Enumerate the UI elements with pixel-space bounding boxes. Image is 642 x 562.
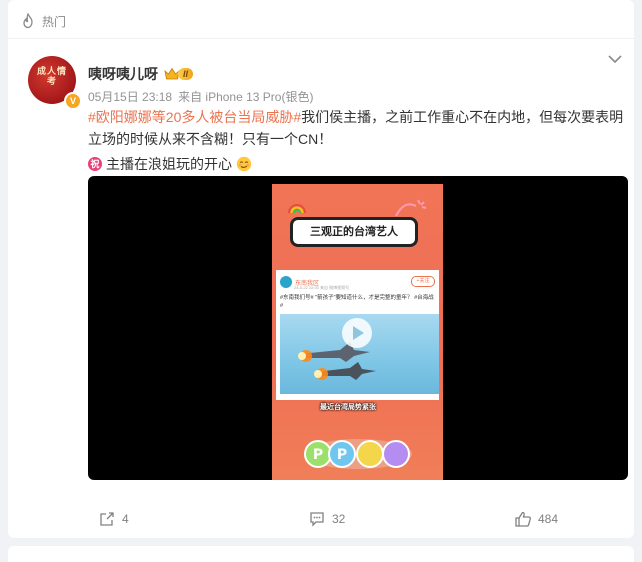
smirk-emoji-icon [236, 156, 252, 172]
embed-avatar [280, 276, 292, 288]
header-divider [8, 38, 634, 39]
svg-text:P: P [313, 447, 323, 463]
like-count: 484 [538, 512, 559, 526]
rainbow-icon [288, 204, 306, 214]
hashtag-link[interactable]: #欧阳娜娜等20多人被台当局威胁# [88, 109, 301, 125]
video-frame: 三观正的台湾艺人 东南我区 +关注 24-5-22 22:00 来自 微博视频号… [272, 184, 443, 480]
chevron-down-icon[interactable] [608, 54, 622, 64]
video-player[interactable]: 三观正的台湾艺人 东南我区 +关注 24-5-22 22:00 来自 微博视频号… [88, 176, 628, 480]
level-badge: II [178, 68, 194, 80]
post-actions: 4 32 484 [8, 502, 634, 532]
hot-section-label: 热门 [42, 14, 67, 29]
weibo-feed: 热门 成人情考 V 咦呀咦儿呀 II 05月15日 23:18 来自 iPhon… [0, 0, 642, 562]
post-body-line1: 我们侯主播，之前工作重心不在内地，但每次要表明 [301, 109, 624, 125]
like-button[interactable]: 484 [514, 510, 558, 528]
embed-follow-label: +关注 [411, 276, 435, 287]
author-name[interactable]: 咦呀咦儿呀 [88, 64, 158, 84]
video-embedded-post: 东南我区 +关注 24-5-22 22:00 来自 微博视频号 #东南我们号# … [276, 270, 439, 400]
zhu-emoji-icon: 祝 [88, 157, 102, 171]
post-source: 来自 iPhone 13 Pro(银色) [178, 90, 314, 104]
share-button[interactable]: 4 [98, 510, 129, 528]
embed-time: 24-5-22 22:00 来自 微博视频号 [294, 285, 350, 290]
author-row: 咦呀咦儿呀 II [88, 64, 194, 84]
next-post-card [8, 546, 634, 562]
comment-count: 32 [332, 512, 346, 526]
post-line3: 祝 主播在浪姐玩的开心 [88, 152, 252, 176]
embed-text: #东南我们号# "箭孩子"要知道什么，才是完整的童年？ #台海战# [280, 295, 434, 309]
vip-badge[interactable]: II [164, 67, 194, 81]
video-title-card: 三观正的台湾艺人 [290, 217, 418, 247]
flame-icon [23, 13, 33, 29]
post-date[interactable]: 05月15日 23:18 [88, 88, 172, 105]
play-icon[interactable] [342, 318, 372, 348]
embed-jet-image [280, 314, 439, 394]
avatar-text: 成人情考 [36, 66, 67, 86]
video-subtitle: 最近台湾局势紧张 [320, 404, 376, 411]
thumbs-up-icon [515, 511, 531, 527]
post-body-line2: 立场的时候从来不含糊！只有一个CN！ [88, 131, 333, 147]
post-card: 热门 成人情考 V 咦呀咦儿呀 II 05月15日 23:18 来自 iPhon… [8, 0, 634, 538]
hot-section-header: 热门 [20, 10, 66, 32]
post-body: #欧阳娜娜等20多人被台当局威胁#我们侯主播，之前工作重心不在内地，但每次要表明… [88, 106, 628, 150]
svg-text:P: P [337, 447, 347, 463]
post-meta: 05月15日 23:18 来自 iPhone 13 Pro(银色) [88, 88, 313, 105]
share-icon [100, 512, 114, 526]
comment-icon [310, 512, 324, 527]
comment-button[interactable]: 32 [308, 510, 345, 528]
share-count: 4 [122, 512, 129, 526]
verified-badge: V [64, 92, 82, 110]
post-line3-text: 主播在浪姐玩的开心 [106, 156, 232, 172]
pp-entertainment-logo: P P [304, 439, 412, 469]
